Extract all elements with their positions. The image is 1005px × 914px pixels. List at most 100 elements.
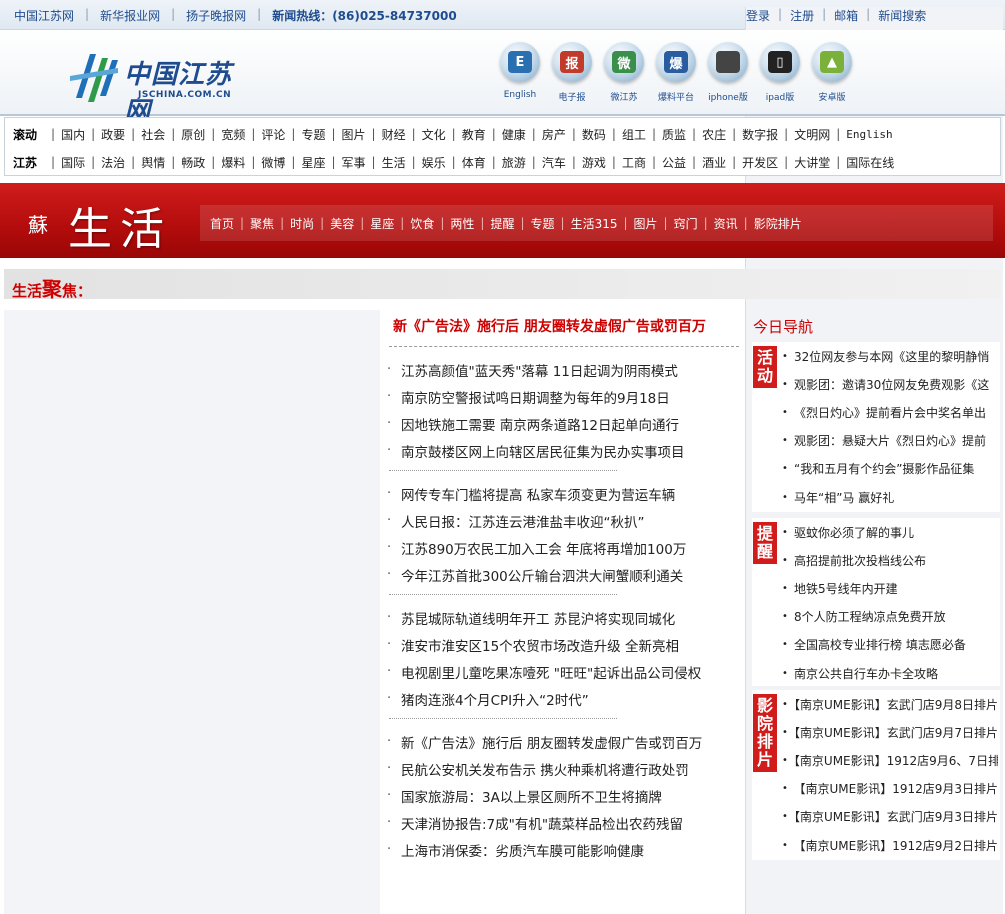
guide-item-text[interactable]: 高招提前批次投档线公布 xyxy=(794,552,926,569)
nav-item[interactable]: 畅政 xyxy=(181,154,205,171)
guide-item[interactable]: • “我和五月有个约会”摄影作品征集 xyxy=(782,455,998,483)
nav-item[interactable]: 社会 xyxy=(141,126,165,143)
app-link-0[interactable]: E English xyxy=(494,42,546,103)
subnav-item[interactable]: 生活315 xyxy=(571,215,618,232)
news-title[interactable]: 网传专车门槛将提高 私家车须变更为营运车辆 xyxy=(401,484,675,504)
guide-item[interactable]: • 【南京UME影讯】1912店9月2日排片 xyxy=(782,831,998,859)
guide-item[interactable]: • 全国高校专业排行榜 填志愿必备 xyxy=(782,631,998,659)
nav-item[interactable]: 公益 xyxy=(662,154,686,171)
subnav-item[interactable]: 图片 xyxy=(634,215,658,232)
nav-item[interactable]: 健康 xyxy=(502,126,526,143)
headline-link[interactable]: 新《广告法》施行后 朋友圈转发虚假广告或罚百万 xyxy=(393,316,706,336)
guide-item-text[interactable]: 32位网友参与本网《这里的黎明静悄 xyxy=(794,348,989,365)
nav-item[interactable]: 教育 xyxy=(462,126,486,143)
news-item[interactable]: · 因地铁施工需要 南京两条道路12日起单向通行 xyxy=(387,410,747,437)
guide-item-text[interactable]: 【南京UME影讯】玄武门店9月8日排片 xyxy=(788,696,998,713)
news-item[interactable]: · 猪肉连涨4个月CPI升入“2时代” xyxy=(387,685,747,712)
nav-item[interactable]: 国际在线 xyxy=(846,154,894,171)
news-item[interactable]: · 国家旅游局：3A以上景区厕所不卫生将摘牌 xyxy=(387,782,747,809)
nav-item[interactable]: 农庄 xyxy=(702,126,726,143)
subnav-item[interactable]: 时尚 xyxy=(290,215,314,232)
guide-item-text[interactable]: 《烈日灼心》提前看片会中奖名单出 xyxy=(794,404,986,421)
nav-item[interactable]: 工商 xyxy=(622,154,646,171)
guide-item[interactable]: • 《烈日灼心》提前看片会中奖名单出 xyxy=(782,398,998,426)
subnav-item[interactable]: 聚焦 xyxy=(250,215,274,232)
guide-item[interactable]: • 【南京UME影讯】1912店9月3日排片 xyxy=(782,775,998,803)
news-title[interactable]: 南京鼓楼区网上向辖区居民征集为民办实事项目 xyxy=(401,441,685,461)
news-item[interactable]: · 上海市消保委：劣质汽车膜可能影响健康 xyxy=(387,836,747,863)
app-link-4[interactable]: iphone版 xyxy=(702,42,754,103)
news-title[interactable]: 南京防空警报试鸣日期调整为每年的9月18日 xyxy=(401,387,670,407)
nav-item[interactable]: English xyxy=(846,128,892,141)
news-title[interactable]: 淮安市淮安区15个农贸市场改造升级 全新亮相 xyxy=(401,635,679,655)
subnav-item[interactable]: 资讯 xyxy=(714,215,738,232)
nav-item[interactable]: 质监 xyxy=(662,126,686,143)
nav-item[interactable]: 财经 xyxy=(382,126,406,143)
nav-item[interactable]: 宽频 xyxy=(221,126,245,143)
guide-item-text[interactable]: 马年“相”马 赢好礼 xyxy=(794,489,894,506)
guide-item[interactable]: • 驱蚊你必须了解的事儿 xyxy=(782,518,998,546)
nav-item[interactable]: 组工 xyxy=(622,126,646,143)
subnav-item[interactable]: 影院排片 xyxy=(754,215,802,232)
news-item[interactable]: · 江苏890万农民工加入工会 年底将再增加100万 xyxy=(387,534,747,561)
nav-item[interactable]: 舆情 xyxy=(141,154,165,171)
guide-item[interactable]: • 8个人防工程纳凉点免费开放 xyxy=(782,603,998,631)
nav-item[interactable]: 文明网 xyxy=(794,126,830,143)
guide-item-text[interactable]: 【南京UME影讯】玄武门店9月3日排片 xyxy=(788,808,998,825)
nav-item[interactable]: 房产 xyxy=(542,126,566,143)
news-item[interactable]: · 南京防空警报试鸣日期调整为每年的9月18日 xyxy=(387,383,747,410)
guide-item[interactable]: • 高招提前批次投档线公布 xyxy=(782,546,998,574)
guide-item-text[interactable]: “我和五月有个约会”摄影作品征集 xyxy=(794,460,974,477)
nav-item[interactable]: 国内 xyxy=(61,126,85,143)
news-item[interactable]: · 人民日报：江苏连云港淮盐丰收迎“秋扒” xyxy=(387,507,747,534)
nav-item[interactable]: 政要 xyxy=(101,126,125,143)
news-title[interactable]: 因地铁施工需要 南京两条道路12日起单向通行 xyxy=(401,414,679,434)
guide-item-text[interactable]: 观影团：邀请30位网友免费观影《这 xyxy=(794,376,989,393)
guide-item-text[interactable]: 驱蚊你必须了解的事儿 xyxy=(794,524,914,541)
nav-item[interactable]: 原创 xyxy=(181,126,205,143)
link-yangtse[interactable]: 扬子晚报网 xyxy=(186,7,246,24)
nav-item[interactable]: 娱乐 xyxy=(422,154,446,171)
guide-item-text[interactable]: 8个人防工程纳凉点免费开放 xyxy=(794,608,946,625)
guide-item[interactable]: • 马年“相”马 赢好礼 xyxy=(782,483,998,511)
guide-item[interactable]: • 观影团：悬疑大片《烈日灼心》提前 xyxy=(782,427,998,455)
news-item[interactable]: · 南京鼓楼区网上向辖区居民征集为民办实事项目 xyxy=(387,437,747,464)
link-xinhua[interactable]: 新华报业网 xyxy=(100,7,160,24)
guide-item[interactable]: • 【南京UME影讯】玄武门店9月8日排片 xyxy=(782,690,998,718)
news-item[interactable]: · 江苏高颜值"蓝天秀"落幕 11日起调为阴雨模式 xyxy=(387,356,747,383)
nav-item[interactable]: 汽车 xyxy=(542,154,566,171)
nav-item[interactable]: 数字报 xyxy=(742,126,778,143)
nav-item[interactable]: 大讲堂 xyxy=(794,154,830,171)
guide-item[interactable]: • 【南京UME影讯】1912店9月6、7日排 xyxy=(782,746,998,774)
news-item[interactable]: · 网传专车门槛将提高 私家车须变更为营运车辆 xyxy=(387,480,747,507)
guide-item-text[interactable]: 观影团：悬疑大片《烈日灼心》提前 xyxy=(794,432,986,449)
guide-item-text[interactable]: 南京公共自行车办卡全攻略 xyxy=(794,665,938,682)
nav-item[interactable]: 星座 xyxy=(301,154,325,171)
news-title[interactable]: 新《广告法》施行后 朋友圈转发虚假广告或罚百万 xyxy=(401,732,702,752)
guide-item-text[interactable]: 【南京UME影讯】1912店9月6、7日排 xyxy=(788,752,998,769)
nav-item[interactable]: 文化 xyxy=(422,126,446,143)
nav-item[interactable]: 生活 xyxy=(382,154,406,171)
subnav-item[interactable]: 两性 xyxy=(450,215,474,232)
nav-item[interactable]: 法治 xyxy=(101,154,125,171)
news-title[interactable]: 今年江苏首批300公斤输台泗洪大闸蟹顺利通关 xyxy=(401,565,683,585)
news-item[interactable]: · 天津消协报告:7成"有机"蔬菜样品检出农药残留 xyxy=(387,809,747,836)
nav-item[interactable]: 专题 xyxy=(301,126,325,143)
nav-item[interactable]: 开发区 xyxy=(742,154,778,171)
news-item[interactable]: · 苏昆城际轨道线明年开工 苏昆沪将实现同城化 xyxy=(387,604,747,631)
guide-item[interactable]: • 观影团：邀请30位网友免费观影《这 xyxy=(782,370,998,398)
guide-item[interactable]: • 【南京UME影讯】玄武门店9月3日排片 xyxy=(782,803,998,831)
news-title[interactable]: 苏昆城际轨道线明年开工 苏昆沪将实现同城化 xyxy=(401,608,675,628)
nav-item[interactable]: 微博 xyxy=(261,154,285,171)
news-item[interactable]: · 淮安市淮安区15个农贸市场改造升级 全新亮相 xyxy=(387,631,747,658)
news-title[interactable]: 猪肉连涨4个月CPI升入“2时代” xyxy=(401,689,589,709)
news-item[interactable]: · 今年江苏首批300公斤输台泗洪大闸蟹顺利通关 xyxy=(387,561,747,588)
nav-item[interactable]: 酒业 xyxy=(702,154,726,171)
site-logo[interactable]: 中国江苏网 JSCHINA.COM.CN xyxy=(68,44,248,127)
news-item[interactable]: · 民航公安机关发布告示 携火种乘机将遭行政处罚 xyxy=(387,755,747,782)
app-link-1[interactable]: 报电子报 xyxy=(546,42,598,103)
app-link-2[interactable]: 微微江苏 xyxy=(598,42,650,103)
app-link-3[interactable]: 爆爆料平台 xyxy=(650,42,702,103)
guide-item-text[interactable]: 【南京UME影讯】1912店9月2日排片 xyxy=(793,837,998,854)
nav-item[interactable]: 数码 xyxy=(582,126,606,143)
